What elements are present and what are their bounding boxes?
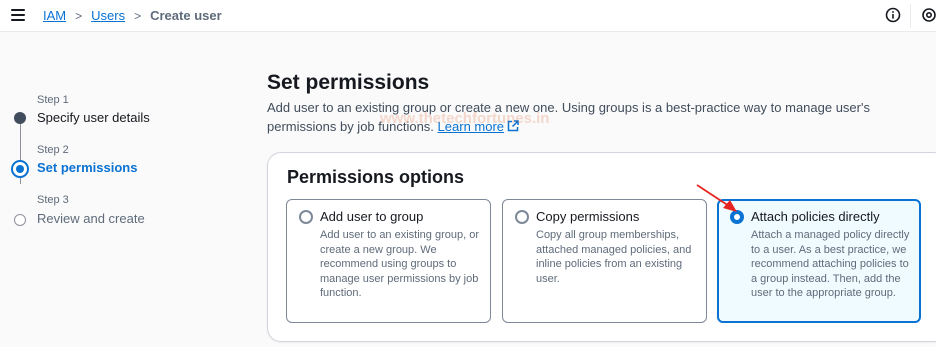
annotation-arrow-icon	[696, 184, 737, 212]
settings-icon[interactable]	[921, 7, 936, 23]
option-description: Copy all group memberships, attached man…	[536, 229, 692, 285]
step-number: Step 1	[37, 94, 69, 106]
option-description: Add user to an existing group, or create…	[320, 229, 479, 299]
info-icon[interactable]	[885, 7, 901, 23]
external-link-icon	[507, 120, 519, 132]
option-copy-permissions[interactable]: Copy permissions Copy all group membersh…	[502, 199, 707, 323]
breadcrumb-current: Create user	[150, 8, 222, 23]
chevron-right-icon: >	[75, 8, 83, 23]
step-completed-icon	[14, 112, 26, 124]
page-description: Add user to an existing group or create …	[267, 98, 932, 136]
option-description: Attach a managed policy directly to a us…	[751, 229, 910, 299]
top-navigation-bar: IAM > Users > Create user	[0, 0, 936, 32]
wizard-navigation: Step 1 Specify user details Step 2 Set p…	[0, 32, 240, 347]
breadcrumb: IAM > Users > Create user	[43, 8, 222, 23]
step-upcoming-icon	[14, 214, 26, 226]
page-description-text: Add user to an existing group or create …	[267, 100, 870, 134]
learn-more-link[interactable]: Learn more	[438, 119, 519, 134]
radio-button[interactable]	[299, 210, 313, 224]
main-content: Set permissions Add user to an existing …	[240, 32, 936, 347]
step-title: Set permissions	[37, 160, 138, 175]
step-title: Review and create	[37, 211, 145, 226]
option-title: Add user to group	[320, 209, 424, 224]
option-add-user-to-group[interactable]: Add user to group Add user to an existin…	[286, 199, 491, 323]
option-title: Copy permissions	[536, 209, 640, 224]
menu-icon[interactable]	[11, 9, 25, 21]
toolbar-divider	[910, 4, 911, 28]
permissions-options-panel: Permissions options Add user to group Ad…	[267, 152, 936, 342]
option-title: Attach policies directly	[751, 209, 880, 224]
step-current-icon	[11, 160, 29, 178]
step-number: Step 3	[37, 194, 69, 206]
radio-button[interactable]	[515, 210, 529, 224]
permissions-options-title: Permissions options	[287, 167, 465, 187]
learn-more-label: Learn more	[437, 119, 505, 134]
breadcrumb-link-users[interactable]: Users	[91, 8, 125, 23]
option-attach-policies-directly[interactable]: Attach policies directly Attach a manage…	[717, 199, 921, 323]
step-number: Step 2	[37, 144, 69, 156]
page-title: Set permissions	[267, 71, 430, 94]
step-title: Specify user details	[37, 110, 150, 125]
breadcrumb-link-iam[interactable]: IAM	[43, 8, 66, 23]
chevron-right-icon: >	[134, 8, 142, 23]
